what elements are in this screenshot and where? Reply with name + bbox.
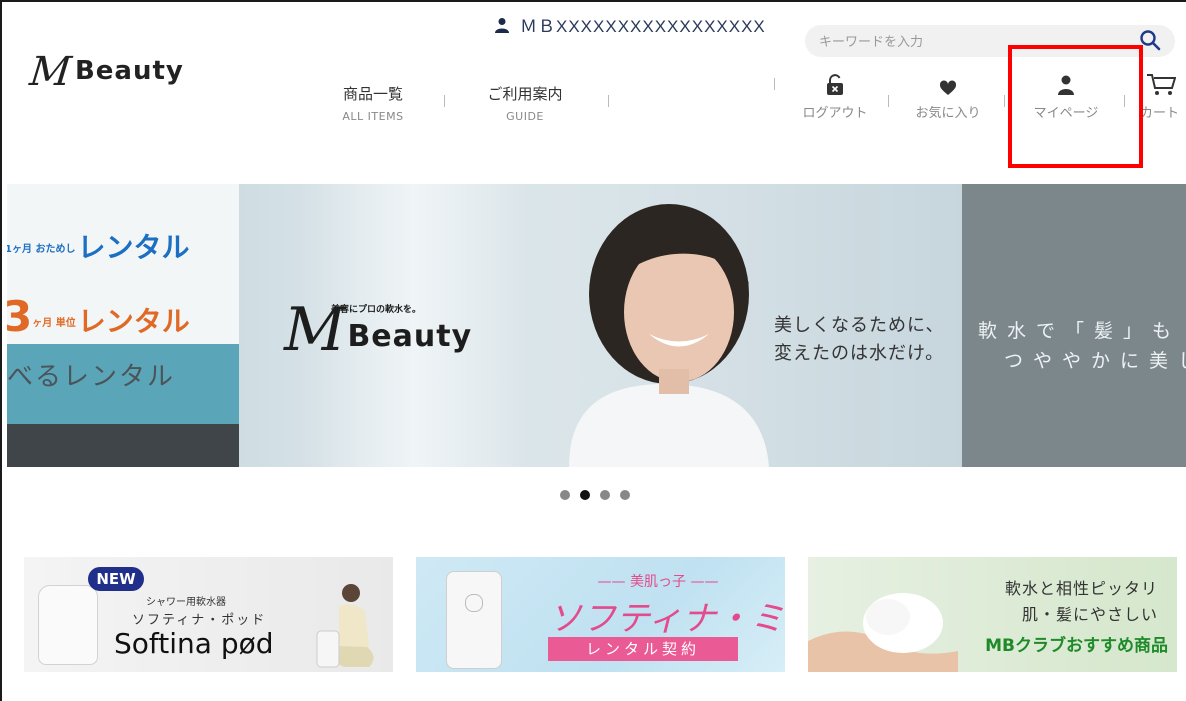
mb-club-line2: 肌・髪にやさしい <box>1021 605 1158 624</box>
nav-all-items[interactable]: 商品一覧 ALL ITEMS <box>330 83 416 123</box>
rental-3month-label: レンタル <box>77 305 190 338</box>
unlock-icon <box>827 74 843 95</box>
device-dial <box>465 594 483 612</box>
logout-link[interactable]: ログアウト <box>790 74 880 121</box>
rental-3month-small: ヶ月 単位 <box>32 317 76 329</box>
carousel-dots <box>560 490 630 500</box>
hero-logo-text: Beauty <box>347 319 473 354</box>
banner-softina-pod[interactable]: NEW シャワー用軟水器 ソフティナ・ポッド Softina pød <box>24 557 393 672</box>
new-badge: NEW <box>88 567 144 591</box>
nav-all-items-sub: ALL ITEMS <box>342 110 404 123</box>
nav-guide-label: ご利用案内 <box>487 85 563 103</box>
hero-logo-mark: M <box>284 295 346 365</box>
softina-mini-title: ソフティナ・ミニ <box>548 599 785 639</box>
rental-1month: 1ヶ月 おためしレンタル <box>7 226 189 266</box>
favorites-link[interactable]: お気に入り <box>906 74 990 121</box>
hero-slide-prev[interactable]: 1ヶ月 おためしレンタル 3ヶ月 単位レンタル べるレンタル <box>7 184 239 467</box>
carousel-dot[interactable] <box>600 490 610 500</box>
logout-label: ログアウト <box>802 106 868 121</box>
foam-hands-image <box>808 593 958 672</box>
hero-copy-line1: 美しくなるために、 <box>774 315 945 336</box>
softina-mini-head: —— 美肌っ子 —— <box>597 574 719 590</box>
banner-softina-mini[interactable]: —— 美肌っ子 —— ソフティナ・ミニ レンタル契約 <box>416 557 785 672</box>
crouching-woman-image <box>316 584 374 668</box>
hero-copy: 美しくなるために、 変えたのは水だけ。 <box>774 312 944 368</box>
member-id: ＭＢXXXXXXXXXXXXXXXXX <box>520 17 766 36</box>
nav-guide-sub: GUIDE <box>506 110 544 123</box>
nav-separator <box>608 95 609 107</box>
rental-1month-small: 1ヶ月 おためし <box>7 243 76 255</box>
logo-mark: M <box>27 49 74 95</box>
hero-carousel[interactable]: 1ヶ月 おためしレンタル 3ヶ月 単位レンタル べるレンタル 美容にプロの軟水を… <box>7 184 1186 467</box>
user-icon <box>495 17 509 33</box>
carousel-dot[interactable] <box>620 490 630 500</box>
softina-mini-image <box>446 571 502 669</box>
cart-icon <box>1147 74 1176 95</box>
favorites-label: お気に入り <box>915 106 981 121</box>
util-separator <box>774 78 775 90</box>
nav-separator <box>444 95 445 107</box>
carousel-dot[interactable] <box>560 490 570 500</box>
hero-slide-current[interactable]: 美容にプロの軟水を。 M Beauty 美しくなるために、 変えたのは水だけ。 <box>239 184 962 467</box>
hair-copy-line1: 軟水で「髪」も <box>978 320 1182 342</box>
softina-pod-title: Softina pød <box>114 627 274 660</box>
cart-link[interactable]: カート <box>1138 74 1186 121</box>
highlight-box <box>1008 45 1143 168</box>
nav-guide[interactable]: ご利用案内 GUIDE <box>478 83 572 123</box>
mb-club-line3: MBクラブおすすめ商品 <box>985 636 1168 656</box>
logo-text: Beauty <box>74 56 184 86</box>
hair-copy: 軟水で「髪」も つややかに美し <box>978 316 1186 376</box>
util-separator <box>888 95 889 107</box>
carousel-dot-active[interactable] <box>580 490 590 500</box>
rental-choose: べるレンタル <box>7 362 176 392</box>
site-logo[interactable]: M Beauty <box>27 42 184 95</box>
heart-icon <box>939 80 957 95</box>
softina-pod-sub1: シャワー用軟水器 <box>146 597 226 608</box>
hero-slide-next[interactable]: 軟水で「髪」も つややかに美し <box>962 184 1186 467</box>
softina-pod-sub2: ソフティナ・ポッド <box>132 613 267 628</box>
mb-club-line1: 軟水と相性ピッタリ <box>1004 579 1158 598</box>
rental-1month-label: レンタル <box>77 231 190 264</box>
softina-pod-image <box>38 585 98 665</box>
rental-3month-num: 3 <box>7 292 33 341</box>
cart-label: カート <box>1140 106 1180 121</box>
util-separator <box>1004 95 1005 107</box>
hero-copy-line2: 変えたのは水だけ。 <box>774 343 945 364</box>
hair-copy-line2: つややかに美し <box>1004 350 1186 372</box>
frame-top <box>0 0 1186 2</box>
banner-mb-club[interactable]: 軟水と相性ピッタリ 肌・髪にやさしい MBクラブおすすめ商品 <box>808 557 1177 672</box>
model-photo <box>569 204 769 467</box>
frame-left <box>0 0 2 701</box>
hero-logo: M Beauty <box>284 295 473 365</box>
rental-3month: 3ヶ月 単位レンタル <box>7 292 190 341</box>
slide-left-dark <box>7 424 239 467</box>
member-info: ＭＢXXXXXXXXXXXXXXXXX <box>494 12 766 37</box>
rental-contract-pill: レンタル契約 <box>548 637 738 661</box>
nav-all-items-label: 商品一覧 <box>342 85 403 103</box>
